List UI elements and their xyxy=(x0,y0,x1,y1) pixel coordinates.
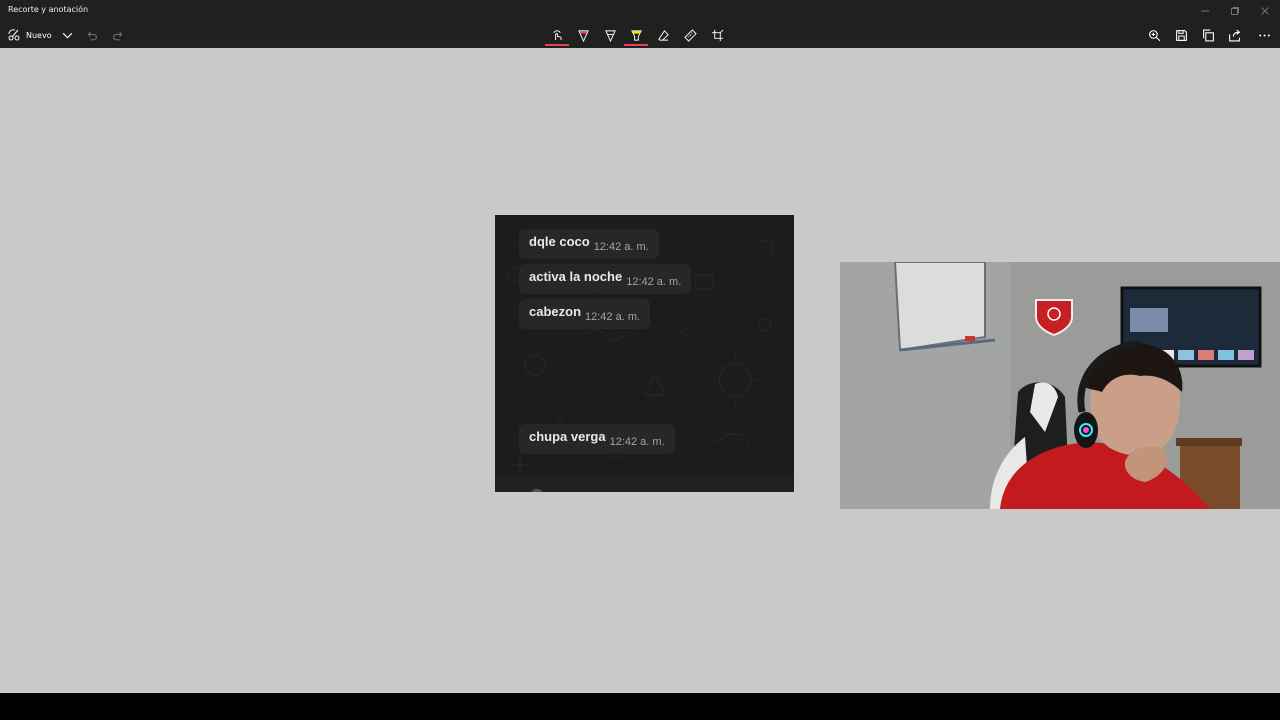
message-text: dqle coco xyxy=(529,233,590,249)
webcam-scene xyxy=(840,262,1280,509)
avatar xyxy=(530,489,544,492)
close-icon[interactable] xyxy=(1250,0,1280,22)
message-time: 12:42 a. m. xyxy=(585,311,641,323)
crop-icon[interactable] xyxy=(705,24,729,46)
window-controls xyxy=(1190,0,1280,22)
app-title: Recorte y anotación xyxy=(8,5,89,14)
captured-chat-image: dqle coco 12:42 a. m. activa la noche 12… xyxy=(495,215,794,492)
whiteboard xyxy=(893,262,996,352)
highlighter-icon[interactable] xyxy=(624,24,648,46)
message-time: 12:42 a. m. xyxy=(609,436,665,448)
redo-icon[interactable] xyxy=(109,26,127,44)
chat-footer xyxy=(495,475,794,492)
message-text: cabezon xyxy=(529,303,582,319)
save-icon[interactable] xyxy=(1172,26,1190,44)
webcam-feed xyxy=(840,262,1280,509)
active-tool-underline xyxy=(545,44,569,46)
chevron-down-icon[interactable] xyxy=(58,26,76,44)
zoom-icon[interactable] xyxy=(1145,26,1163,44)
ballpoint-pen-icon[interactable] xyxy=(571,24,595,46)
chat-message: dqle coco 12:42 a. m. xyxy=(519,229,659,259)
chat-message: activa la noche 12:42 a. m. xyxy=(519,264,692,294)
toolbar: Nuevo xyxy=(0,22,1280,48)
more-icon[interactable] xyxy=(1255,26,1273,44)
eraser-icon[interactable] xyxy=(651,24,675,46)
undo-icon[interactable] xyxy=(82,26,100,44)
message-time: 12:42 a. m. xyxy=(626,276,682,288)
new-label: Nuevo xyxy=(26,30,52,40)
snip-icon xyxy=(8,29,20,41)
active-tool-underline xyxy=(624,44,648,46)
chat-message: cabezon 12:42 a. m. xyxy=(519,299,651,329)
message-time: 12:42 a. m. xyxy=(593,241,649,253)
copy-icon[interactable] xyxy=(1199,26,1217,44)
pencil-icon[interactable] xyxy=(598,24,622,46)
ruler-icon[interactable] xyxy=(678,24,702,46)
share-icon[interactable] xyxy=(1225,26,1243,44)
title-bar: Recorte y anotación xyxy=(0,0,1280,22)
message-text: activa la noche xyxy=(529,268,623,284)
new-snip-button[interactable]: Nuevo xyxy=(7,27,52,43)
message-text: chupa verga xyxy=(529,428,606,444)
chat-message: chupa verga 12:42 a. m. xyxy=(519,424,675,454)
minimize-icon[interactable] xyxy=(1190,0,1220,22)
touch-writing-icon[interactable] xyxy=(545,24,569,46)
restore-icon[interactable] xyxy=(1220,0,1250,22)
bottom-bar xyxy=(0,693,1280,720)
